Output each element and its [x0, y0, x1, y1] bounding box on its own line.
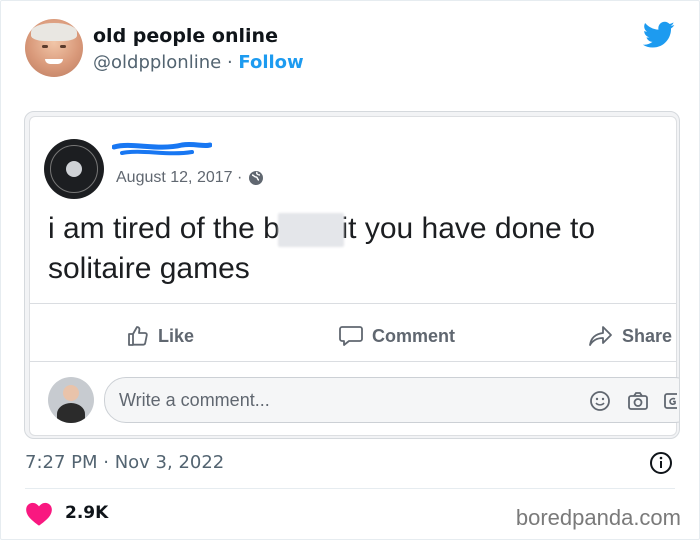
comment-box[interactable]: [104, 377, 679, 423]
like-button[interactable]: Like: [126, 324, 194, 348]
embedded-screenshot: August 12, 2017 · i am tired of the bull…: [24, 111, 680, 439]
share-arrow-icon: [589, 326, 612, 346]
watermark: boredpanda.com: [515, 505, 681, 530]
profile-avatar[interactable]: [25, 19, 83, 77]
thumbs-up-icon: [128, 326, 148, 346]
commenter-avatar: [48, 377, 94, 423]
post-date[interactable]: August 12, 2017 ·: [116, 169, 242, 187]
heart-icon[interactable]: [25, 501, 53, 527]
post-text-start: i am tired of the b: [48, 212, 280, 245]
emoji-icon[interactable]: [589, 390, 611, 412]
commenter-head: [63, 385, 79, 401]
comment-label: Comment: [372, 325, 456, 346]
avatar-eye: [60, 45, 66, 48]
handle-row: @oldpplonline · Follow: [93, 52, 304, 73]
page-logo: [44, 139, 104, 199]
follow-button[interactable]: Follow: [238, 52, 303, 73]
avatar-eye: [42, 45, 48, 48]
avatar-mouth: [45, 59, 63, 64]
post-date-row: August 12, 2017 ·: [116, 169, 264, 187]
comment-button[interactable]: Comment: [338, 324, 455, 348]
comment-bubble-icon: [339, 326, 363, 346]
avatar-hair: [31, 23, 77, 41]
twitter-bird-icon[interactable]: [643, 21, 675, 49]
commenter-body: [57, 403, 85, 423]
share-label: Share: [622, 325, 673, 346]
facebook-post: August 12, 2017 · i am tired of the bull…: [29, 116, 679, 436]
display-name[interactable]: old people online: [93, 25, 278, 47]
tweet-card: old people online @oldpplonline · Follow…: [0, 0, 700, 540]
redacted-page-name: [112, 141, 212, 156]
user-handle[interactable]: @oldpplonline: [93, 52, 221, 73]
censored-word: ullsh: [280, 209, 342, 249]
like-count[interactable]: 2.9K: [65, 503, 108, 523]
handle-separator: ·: [226, 52, 233, 73]
actions-divider: [30, 303, 676, 304]
globe-icon: [249, 171, 264, 185]
camera-icon[interactable]: [627, 390, 649, 412]
comments-divider: [30, 361, 676, 362]
like-label: Like: [158, 325, 195, 346]
gif-icon[interactable]: [663, 390, 677, 412]
info-icon[interactable]: [649, 451, 673, 475]
logo-center: [66, 161, 82, 177]
tweet-timestamp[interactable]: 7:27 PM · Nov 3, 2022: [25, 452, 224, 473]
comment-input[interactable]: [119, 390, 559, 411]
post-text: i am tired of the bullshit you have done…: [48, 209, 678, 289]
share-button[interactable]: Share: [588, 324, 672, 348]
footer-divider: [25, 488, 675, 489]
